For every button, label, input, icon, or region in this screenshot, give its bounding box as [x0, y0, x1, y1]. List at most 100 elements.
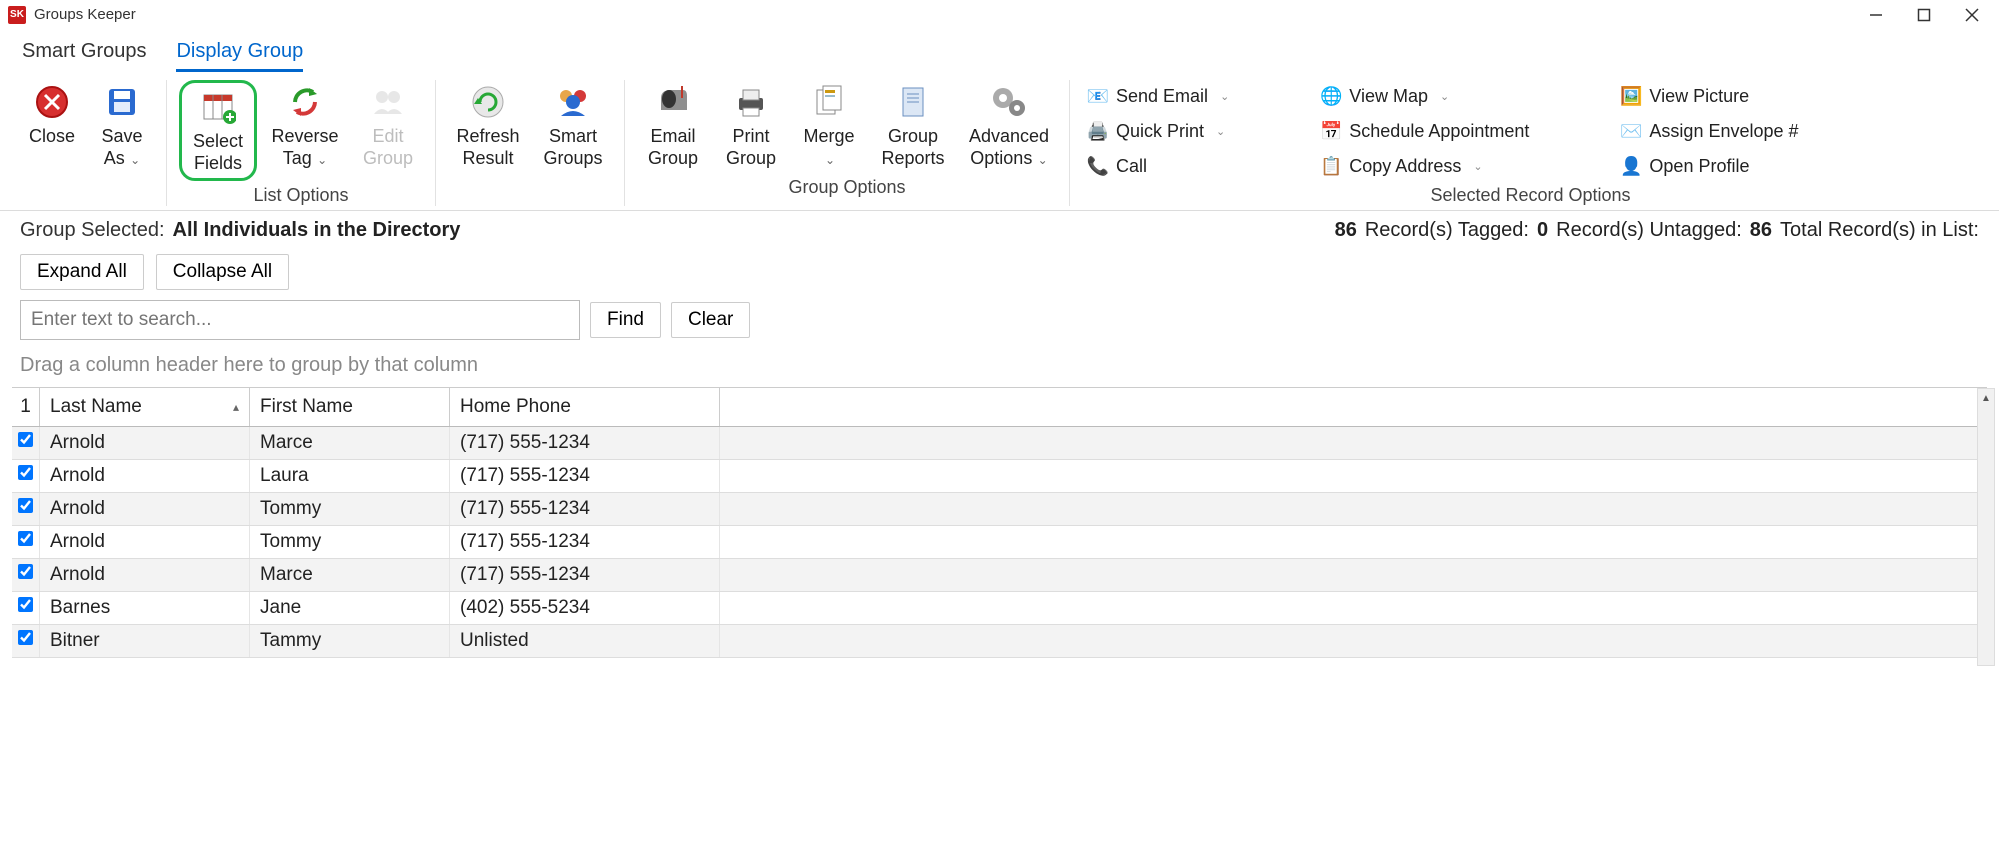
- expand-all-button[interactable]: Expand All: [20, 254, 144, 290]
- envelope-icon: ✉️: [1621, 122, 1641, 142]
- close-window-button[interactable]: [1963, 6, 1981, 24]
- cell-last-name: Arnold: [40, 493, 250, 525]
- cell-first-name: Jane: [250, 592, 450, 624]
- schedule-appointment-cmd[interactable]: 📅Schedule Appointment: [1315, 117, 1535, 146]
- copy-icon: 📋: [1321, 157, 1341, 177]
- print-group-button[interactable]: Print Group: [715, 80, 787, 173]
- quick-print-cmd[interactable]: 🖨️Quick Print⌄: [1082, 117, 1235, 146]
- gears-icon: [989, 82, 1029, 122]
- phone-icon: 📞: [1088, 157, 1108, 177]
- save-as-button[interactable]: Save As ⌄: [90, 80, 154, 173]
- app-icon: SK: [8, 6, 26, 24]
- search-input[interactable]: [20, 300, 580, 340]
- cell-home-phone: Unlisted: [450, 625, 720, 657]
- column-header-last-name[interactable]: Last Name▴: [40, 388, 250, 426]
- collapse-all-button[interactable]: Collapse All: [156, 254, 289, 290]
- copy-address-cmd[interactable]: 📋Copy Address⌄: [1315, 152, 1535, 181]
- calendar-icon: 📅: [1321, 122, 1341, 142]
- call-cmd[interactable]: 📞Call: [1082, 152, 1235, 181]
- row-checkbox[interactable]: [18, 465, 33, 480]
- cell-first-name: Tommy: [250, 526, 450, 558]
- find-button[interactable]: Find: [590, 302, 661, 338]
- row-checkbox[interactable]: [18, 597, 33, 612]
- table-row[interactable]: ArnoldLaura(717) 555-1234: [12, 460, 1987, 493]
- table-row[interactable]: BitnerTammyUnlisted: [12, 625, 1987, 658]
- table-row[interactable]: BarnesJane(402) 555-5234: [12, 592, 1987, 625]
- chevron-down-icon: ⌄: [127, 153, 140, 167]
- chevron-down-icon: ⌄: [1473, 160, 1482, 173]
- maximize-button[interactable]: [1915, 6, 1933, 24]
- cell-home-phone: (717) 555-1234: [450, 427, 720, 459]
- merge-icon: [809, 82, 849, 122]
- email-group-button[interactable]: Email Group: [637, 80, 709, 173]
- open-profile-cmd[interactable]: 👤Open Profile: [1615, 152, 1804, 181]
- view-picture-cmd[interactable]: 🖼️View Picture: [1615, 82, 1804, 111]
- printer-icon: [731, 82, 771, 122]
- row-checkbox[interactable]: [18, 531, 33, 546]
- row-checkbox[interactable]: [18, 564, 33, 579]
- printer-icon: 🖨️: [1088, 122, 1108, 142]
- row-checkbox-cell[interactable]: [12, 592, 40, 624]
- sort-ascending-icon: ▴: [233, 400, 239, 414]
- reverse-tag-button[interactable]: Reverse Tag ⌄: [263, 80, 347, 181]
- search-row: Find Clear: [0, 300, 1999, 350]
- close-icon: [32, 82, 72, 122]
- row-checkbox-cell[interactable]: [12, 493, 40, 525]
- view-map-cmd[interactable]: 🌐View Map⌄: [1315, 82, 1535, 111]
- table-row[interactable]: ArnoldMarce(717) 555-1234: [12, 427, 1987, 460]
- people-icon: [368, 82, 408, 122]
- row-checkbox-cell[interactable]: [12, 460, 40, 492]
- merge-button[interactable]: Merge⌄: [793, 80, 865, 173]
- table-row[interactable]: ArnoldTommy(717) 555-1234: [12, 493, 1987, 526]
- scroll-up-icon[interactable]: ▲: [1978, 389, 1994, 407]
- column-header-checkbox[interactable]: 1: [12, 388, 40, 426]
- edit-group-button: Edit Group: [353, 80, 423, 181]
- send-email-cmd[interactable]: 📧Send Email⌄: [1082, 82, 1235, 111]
- picture-icon: 🖼️: [1621, 87, 1641, 107]
- clear-button[interactable]: Clear: [671, 302, 750, 338]
- minimize-button[interactable]: [1867, 6, 1885, 24]
- row-checkbox[interactable]: [18, 630, 33, 645]
- row-checkbox-cell[interactable]: [12, 427, 40, 459]
- cell-home-phone: (717) 555-1234: [450, 559, 720, 591]
- column-header-home-phone[interactable]: Home Phone: [450, 388, 720, 426]
- save-icon: [102, 82, 142, 122]
- cell-first-name: Marce: [250, 559, 450, 591]
- group-selected-value: All Individuals in the Directory: [173, 219, 461, 242]
- ribbon-label-group-options: Group Options: [788, 177, 905, 198]
- smart-groups-button[interactable]: Smart Groups: [534, 80, 612, 173]
- tab-strip: Smart Groups Display Group: [0, 30, 1999, 72]
- table-icon: [198, 87, 238, 127]
- row-checkbox[interactable]: [18, 432, 33, 447]
- group-by-hint[interactable]: Drag a column header here to group by th…: [0, 350, 1999, 387]
- cell-home-phone: (717) 555-1234: [450, 493, 720, 525]
- untagged-count: 0: [1537, 219, 1548, 242]
- data-grid: 1 Last Name▴ First Name Home Phone Arnol…: [12, 387, 1987, 658]
- tagged-label: Record(s) Tagged:: [1365, 219, 1529, 242]
- row-checkbox-cell[interactable]: [12, 559, 40, 591]
- column-header-first-name[interactable]: First Name: [250, 388, 450, 426]
- vertical-scrollbar[interactable]: ▲: [1977, 388, 1995, 666]
- ribbon-group-main: Close Save As ⌄: [14, 80, 160, 206]
- tab-smart-groups[interactable]: Smart Groups: [22, 40, 146, 72]
- tab-display-group[interactable]: Display Group: [176, 40, 303, 72]
- table-row[interactable]: ArnoldTommy(717) 555-1234: [12, 526, 1987, 559]
- cell-last-name: Arnold: [40, 427, 250, 459]
- ribbon-group-group-options: Email Group Print Group Merge⌄ Group Rep…: [624, 80, 1063, 206]
- row-checkbox[interactable]: [18, 498, 33, 513]
- row-checkbox-cell[interactable]: [12, 625, 40, 657]
- cell-home-phone: (717) 555-1234: [450, 526, 720, 558]
- untagged-label: Record(s) Untagged:: [1556, 219, 1742, 242]
- refresh-result-button[interactable]: Refresh Result: [448, 80, 528, 173]
- assign-envelope-cmd[interactable]: ✉️Assign Envelope #: [1615, 117, 1804, 146]
- table-row[interactable]: ArnoldMarce(717) 555-1234: [12, 559, 1987, 592]
- cell-first-name: Tammy: [250, 625, 450, 657]
- row-checkbox-cell[interactable]: [12, 526, 40, 558]
- chevron-down-icon: ⌄: [314, 153, 327, 167]
- chevron-down-icon: ⌄: [1216, 125, 1225, 138]
- advanced-options-button[interactable]: Advanced Options ⌄: [961, 80, 1057, 173]
- group-reports-button[interactable]: Group Reports: [871, 80, 955, 173]
- select-fields-button[interactable]: Select Fields: [179, 80, 257, 181]
- cell-last-name: Barnes: [40, 592, 250, 624]
- close-button[interactable]: Close: [20, 80, 84, 173]
